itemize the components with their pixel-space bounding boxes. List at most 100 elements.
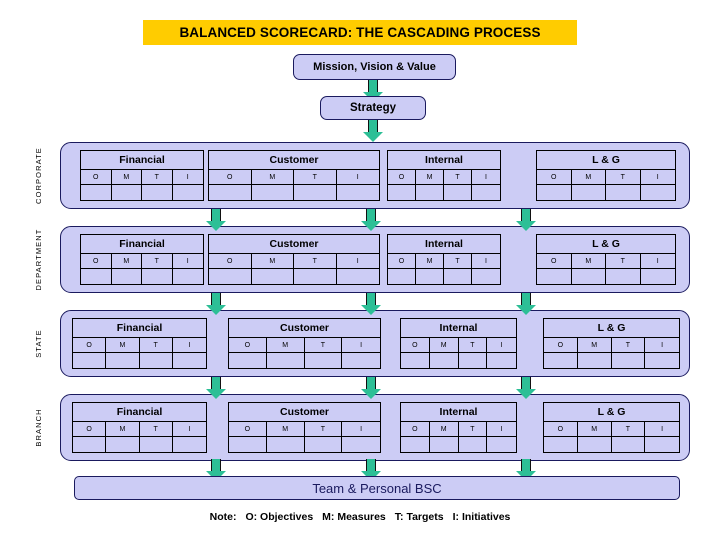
value-cell[interactable]	[337, 269, 380, 284]
column-header-t: T	[612, 422, 646, 436]
value-cell[interactable]	[401, 437, 430, 452]
value-cell[interactable]	[645, 437, 679, 452]
value-cell[interactable]	[305, 437, 343, 452]
value-cell[interactable]	[106, 437, 140, 452]
column-header-m: M	[106, 338, 140, 352]
value-cell[interactable]	[140, 353, 173, 368]
value-cell[interactable]	[229, 437, 267, 452]
value-cell[interactable]	[342, 353, 380, 368]
cascade-arrow-row3-1	[206, 377, 226, 399]
value-cell[interactable]	[106, 353, 140, 368]
value-cell[interactable]	[641, 185, 676, 200]
value-cell[interactable]	[416, 269, 444, 284]
value-cell[interactable]	[459, 353, 488, 368]
column-header-o: O	[81, 170, 112, 184]
value-cell[interactable]	[430, 437, 459, 452]
value-cell[interactable]	[606, 185, 641, 200]
value-cell[interactable]	[294, 185, 337, 200]
perspective-title: Internal	[388, 235, 500, 254]
value-cell[interactable]	[572, 269, 606, 284]
perspective-table: Customer O M T I	[228, 318, 381, 369]
value-cell[interactable]	[612, 437, 646, 452]
value-cell[interactable]	[81, 185, 112, 200]
column-header-i: I	[186, 173, 189, 181]
value-cell[interactable]	[537, 269, 572, 284]
column-header-o: O	[209, 170, 252, 184]
value-cell[interactable]	[444, 269, 472, 284]
value-cell[interactable]	[112, 185, 142, 200]
value-cell[interactable]	[252, 269, 294, 284]
note-legend: Note: O: Objectives M: Measures T: Targets I…	[0, 511, 720, 523]
value-cell[interactable]	[388, 269, 416, 284]
column-header-o: O	[209, 254, 252, 268]
value-cell[interactable]	[173, 353, 206, 368]
value-cell[interactable]	[606, 269, 641, 284]
column-header-m: M	[430, 338, 459, 352]
value-cell[interactable]	[252, 185, 294, 200]
value-cell[interactable]	[209, 269, 252, 284]
value-cell[interactable]	[401, 353, 430, 368]
value-cell[interactable]	[140, 437, 173, 452]
perspective-value-row	[401, 353, 516, 368]
column-header-m: M	[252, 254, 294, 268]
column-header-m: M	[267, 338, 305, 352]
strategy-label: Strategy	[349, 102, 397, 114]
value-cell[interactable]	[267, 437, 305, 452]
column-header-o: O	[388, 170, 416, 184]
perspective-value-row	[73, 353, 206, 368]
value-cell[interactable]	[572, 185, 606, 200]
value-cell[interactable]	[416, 185, 444, 200]
value-cell[interactable]	[81, 269, 112, 284]
value-cell[interactable]	[229, 353, 267, 368]
value-cell[interactable]	[645, 353, 679, 368]
value-cell[interactable]	[337, 185, 380, 200]
value-cell[interactable]	[459, 437, 488, 452]
value-cell[interactable]	[142, 269, 173, 284]
value-cell[interactable]	[294, 269, 337, 284]
column-header-m: M	[572, 254, 606, 268]
column-header-t: T	[612, 338, 646, 352]
value-cell[interactable]	[430, 353, 459, 368]
value-cell[interactable]	[209, 185, 252, 200]
value-cell[interactable]	[578, 353, 612, 368]
value-cell[interactable]	[537, 185, 572, 200]
value-cell[interactable]	[472, 185, 500, 200]
column-header-i: I	[186, 257, 189, 265]
value-cell[interactable]	[305, 353, 343, 368]
value-cell[interactable]	[444, 185, 472, 200]
value-cell[interactable]	[173, 437, 206, 452]
value-cell[interactable]	[73, 437, 107, 452]
column-header-i: I	[360, 341, 363, 349]
value-cell[interactable]	[612, 353, 646, 368]
value-cell[interactable]	[73, 353, 107, 368]
column-header-o: O	[229, 338, 267, 352]
value-cell[interactable]	[472, 269, 500, 284]
value-cell[interactable]	[641, 269, 676, 284]
value-cell[interactable]	[267, 353, 305, 368]
perspective-value-row	[537, 269, 675, 284]
value-cell[interactable]	[544, 437, 578, 452]
value-cell[interactable]	[142, 185, 173, 200]
value-cell[interactable]	[173, 269, 204, 284]
cascade-arrow-row2-1	[206, 293, 226, 315]
value-cell[interactable]	[173, 185, 204, 200]
column-header-m: M	[106, 422, 140, 436]
note-prefix: Note:	[209, 511, 237, 523]
perspective-table: Customer O M T I	[208, 234, 380, 285]
value-cell[interactable]	[388, 185, 416, 200]
value-cell[interactable]	[487, 353, 516, 368]
value-cell[interactable]	[342, 437, 380, 452]
value-cell[interactable]	[487, 437, 516, 452]
perspective-title: Customer	[229, 319, 380, 338]
perspective-table: Financial O M T I	[72, 318, 207, 369]
column-header-m: M	[416, 254, 444, 268]
value-cell[interactable]	[544, 353, 578, 368]
value-cell[interactable]	[578, 437, 612, 452]
perspective-header-row: OMT I	[544, 338, 679, 353]
perspective-title: Customer	[209, 151, 379, 170]
perspective-header-row: OMT I	[209, 170, 379, 185]
value-cell[interactable]	[112, 269, 142, 284]
perspective-table: Internal O M T I	[387, 150, 501, 201]
perspective-title: L & G	[544, 403, 679, 422]
perspective-header-row: OMT I	[229, 338, 380, 353]
